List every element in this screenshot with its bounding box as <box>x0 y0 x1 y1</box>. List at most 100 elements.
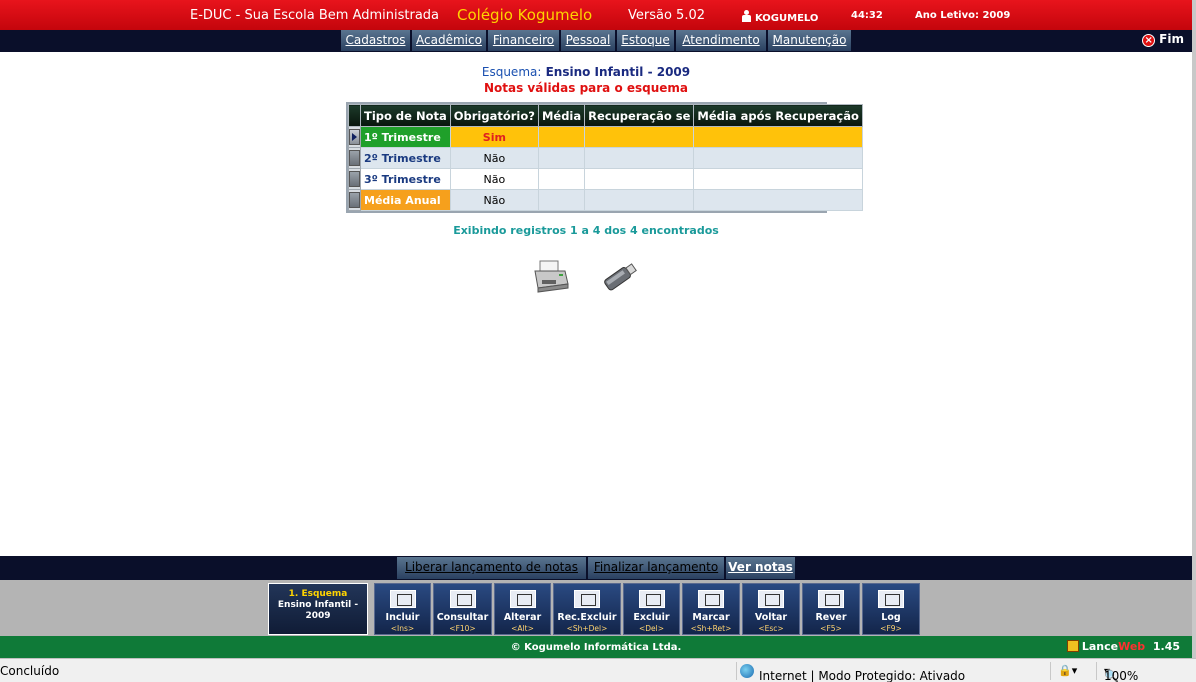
grades-table: Tipo de Nota Obrigatório? Média Recupera… <box>346 102 863 213</box>
cell-obrigatorio: Sim <box>449 126 539 148</box>
cell-media <box>537 147 586 169</box>
back-icon <box>758 590 784 608</box>
close-icon: × <box>1142 34 1156 47</box>
brand-logo: LanceWeb 1.45 <box>1066 640 1180 653</box>
cell-tipo: Média Anual <box>360 189 451 211</box>
menu-pessoal[interactable]: Pessoal <box>561 30 616 51</box>
table-row[interactable]: 1º Trimestre Sim <box>348 126 863 148</box>
usb-drive-icon[interactable] <box>600 260 640 294</box>
col-media-apos[interactable]: Média após Recuperação <box>693 104 863 127</box>
session-timer: 44:32 <box>851 10 883 21</box>
list-icon <box>449 590 476 608</box>
toolbar: 1. Esquema Ensino Infantil - 2009 Inclui… <box>0 580 1192 636</box>
version-label: Versão 5.02 <box>628 8 705 23</box>
view-grades-button[interactable]: Ver notas <box>726 557 796 579</box>
app-title: E-DUC - Sua Escola Bem Administrada <box>190 8 440 23</box>
menu-academico[interactable]: Acadêmico <box>412 30 487 51</box>
copyright: © Kogumelo Informática Ltda. <box>510 642 682 653</box>
exit-button[interactable]: × Fim <box>1142 32 1184 47</box>
lanceweb-icon <box>1066 640 1079 652</box>
school-name: Colégio Kogumelo <box>457 6 593 24</box>
select-all-header[interactable] <box>348 104 361 127</box>
scheme-heading: Esquema: Ensino Infantil - 2009 <box>0 65 1172 79</box>
records-count: Exibindo registros 1 a 4 dos 4 encontrad… <box>453 224 719 237</box>
row-selector[interactable] <box>348 126 361 148</box>
col-obrigatorio[interactable]: Obrigatório? <box>449 104 539 127</box>
cell-media-apos <box>693 126 863 148</box>
back-button[interactable]: Voltar <Esc> <box>742 583 800 635</box>
app-window: E-DUC - Sua Escola Bem Administrada Colé… <box>0 0 1196 682</box>
edit-icon <box>509 590 536 608</box>
new-document-icon <box>389 590 416 608</box>
page-subtitle: Notas válidas para o esquema <box>483 81 689 95</box>
table-row[interactable]: 2º Trimestre Não <box>348 147 863 169</box>
cell-media <box>537 168 586 190</box>
protected-mode-icon[interactable]: 🔒▾ <box>1058 664 1077 677</box>
cell-media-apos <box>693 168 863 190</box>
cell-media <box>537 189 586 211</box>
user-label: KOGUMELO <box>741 10 818 24</box>
browser-status-bar: Concluído Internet | Modo Protegido: Ati… <box>0 658 1196 682</box>
security-zone[interactable]: Internet | Modo Protegido: Ativado <box>740 664 965 682</box>
scheme-label: Esquema: <box>481 65 542 79</box>
include-button[interactable]: Incluir <Ins> <box>374 583 431 635</box>
refresh-button[interactable]: Rever <F5> <box>802 583 860 635</box>
context-title: 1. Esquema <box>288 589 348 599</box>
table-row[interactable]: Média Anual Não <box>348 189 863 211</box>
zoom-control[interactable]: 🔍 100% ▾ <box>1104 664 1138 682</box>
cell-media-apos <box>693 189 863 211</box>
row-selector[interactable] <box>348 189 361 211</box>
row-selector[interactable] <box>348 147 361 169</box>
cell-recuperacao <box>584 126 695 148</box>
delete-icon <box>638 590 665 608</box>
col-media[interactable]: Média <box>537 104 586 127</box>
menu-atendimento[interactable]: Atendimento <box>676 30 767 51</box>
menu-manutencao[interactable]: Manutenção <box>768 30 852 51</box>
user-icon <box>741 10 752 22</box>
scrollbar-edge <box>1192 0 1196 658</box>
brand-version: 1.45 <box>1152 640 1180 653</box>
main-menu: Cadastros Acadêmico Financeiro Pessoal E… <box>0 30 1192 52</box>
play-icon <box>698 590 724 608</box>
cell-tipo: 2º Trimestre <box>360 147 451 169</box>
cell-tipo: 1º Trimestre <box>360 126 451 148</box>
mark-button[interactable]: Marcar <Sh+Ret> <box>682 583 740 635</box>
col-tipo[interactable]: Tipo de Nota <box>360 104 451 127</box>
action-bar: Liberar lançamento de notas Finalizar la… <box>0 556 1192 580</box>
row-selector[interactable] <box>348 168 361 190</box>
finalize-button[interactable]: Finalizar lançamento <box>588 557 725 579</box>
cell-media <box>537 126 586 148</box>
menu-financeiro[interactable]: Financeiro <box>488 30 560 51</box>
col-recuperacao[interactable]: Recuperação se <box>584 104 695 127</box>
refresh-icon <box>818 590 844 608</box>
cell-obrigatorio: Não <box>449 189 539 211</box>
edit-button[interactable]: Alterar <Alt> <box>494 583 551 635</box>
context-line: Ensino Infantil - <box>277 600 359 610</box>
context-box: 1. Esquema Ensino Infantil - 2009 <box>268 583 368 635</box>
recursive-delete-button[interactable]: Rec.Excluir <Sh+Del> <box>553 583 621 635</box>
cell-recuperacao <box>584 168 695 190</box>
printer-icon[interactable] <box>532 258 570 294</box>
footer: © Kogumelo Informática Ltda. LanceWeb 1.… <box>0 636 1192 658</box>
log-button[interactable]: Log <F9> <box>862 583 920 635</box>
delete-button[interactable]: Excluir <Del> <box>623 583 680 635</box>
table-header: Tipo de Nota Obrigatório? Média Recupera… <box>348 104 863 127</box>
table-row[interactable]: 3º Trimestre Não <box>348 168 863 190</box>
menu-cadastros[interactable]: Cadastros <box>341 30 411 51</box>
consult-button[interactable]: Consultar <F10> <box>433 583 492 635</box>
release-grades-button[interactable]: Liberar lançamento de notas <box>397 557 587 579</box>
menu-estoque[interactable]: Estoque <box>617 30 675 51</box>
scheme-value: Ensino Infantil - 2009 <box>545 65 691 79</box>
globe-icon <box>740 664 754 678</box>
cell-recuperacao <box>584 189 695 211</box>
cell-tipo: 3º Trimestre <box>360 168 451 190</box>
info-icon <box>878 590 904 608</box>
school-year: Ano Letivo: 2009 <box>915 10 1011 21</box>
context-line: 2009 <box>305 611 331 621</box>
cell-obrigatorio: Não <box>449 147 539 169</box>
recursive-delete-icon <box>574 590 600 608</box>
cell-media-apos <box>693 147 863 169</box>
status-text: Concluído <box>0 664 60 678</box>
top-header: E-DUC - Sua Escola Bem Administrada Colé… <box>0 0 1192 30</box>
cell-obrigatorio: Não <box>449 168 539 190</box>
